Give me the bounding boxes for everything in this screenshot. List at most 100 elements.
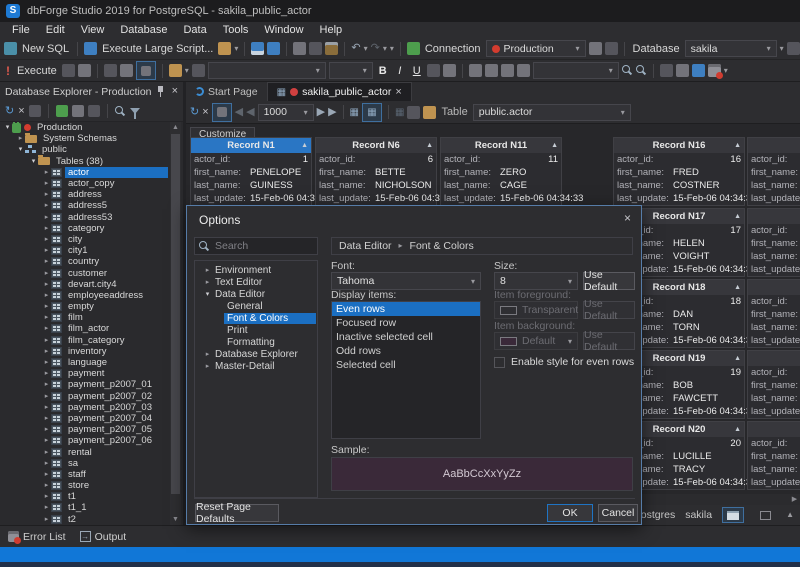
tree-expander-icon[interactable]: ▸ bbox=[42, 223, 51, 234]
toggle-results-pane-button[interactable] bbox=[136, 61, 156, 80]
explorer-tree-item[interactable]: ▸ payment_p2007_05 bbox=[0, 424, 170, 435]
record-card-header[interactable]: Record N11 ▲ bbox=[441, 138, 561, 153]
undo-dropdown-icon[interactable]: ▾ bbox=[364, 44, 368, 54]
chevron-down-icon[interactable]: ▾ bbox=[568, 277, 572, 286]
explorer-tree-item[interactable]: ▸ payment_p2007_06 bbox=[0, 435, 170, 446]
record-field-row[interactable]: last_name:COSTNER bbox=[614, 179, 744, 192]
field-value[interactable]: 15-Feb-06 04:34:33 bbox=[673, 476, 756, 489]
record-field-row[interactable]: last_update: bbox=[748, 405, 800, 418]
record-field-row[interactable]: last_name: bbox=[748, 392, 800, 405]
record-card[interactable]: Record N1 ▲ actor_id:1first_name:PENELOP… bbox=[190, 137, 312, 206]
record-field-row[interactable]: actor_id: bbox=[748, 224, 800, 237]
record-field-row[interactable]: actor_id:16 bbox=[614, 153, 744, 166]
field-value[interactable]: 19 bbox=[673, 366, 741, 379]
tree-expander-icon[interactable]: ▸ bbox=[42, 189, 51, 200]
page-size-combo[interactable]: 1000 ▾ bbox=[258, 104, 314, 121]
record-card[interactable]: actor_id:first_name:last_name:last_updat… bbox=[747, 350, 800, 419]
tree-expander-icon[interactable]: ▸ bbox=[42, 435, 51, 446]
explorer-tree-item[interactable]: ▸ address bbox=[0, 189, 170, 200]
new-connection-icon[interactable] bbox=[407, 42, 420, 55]
save-all-icon[interactable] bbox=[267, 42, 280, 55]
explorer-tree-item[interactable]: ▸ t2 bbox=[0, 514, 170, 525]
explorer-tree-item[interactable]: ▸ inventory bbox=[0, 346, 170, 357]
key-columns-icon[interactable] bbox=[407, 106, 420, 119]
display-item[interactable]: Inactive selected cell bbox=[332, 330, 480, 344]
menu-file[interactable]: File bbox=[4, 24, 38, 36]
record-field-row[interactable]: first_name: bbox=[748, 450, 800, 463]
tab-sakila-public-actor[interactable]: ▦ sakila_public_actor × bbox=[267, 82, 412, 101]
chevron-down-icon[interactable]: ▾ bbox=[609, 66, 613, 75]
tree-expander-icon[interactable]: ▾ bbox=[203, 290, 212, 298]
tree-expander-icon[interactable]: ▸ bbox=[42, 290, 51, 301]
tree-expander-icon[interactable]: ▸ bbox=[42, 379, 51, 390]
explorer-tree-item[interactable]: ▸ address53 bbox=[0, 212, 170, 223]
chevron-down-icon[interactable]: ▾ bbox=[576, 44, 580, 53]
tab-start-page[interactable]: Start Page bbox=[186, 82, 267, 101]
collapse-card-icon[interactable]: ▲ bbox=[426, 138, 433, 153]
explorer-tree-item[interactable]: ▾ public bbox=[0, 144, 170, 155]
tree-expander-icon[interactable]: ▸ bbox=[42, 312, 51, 323]
toolbar-overflow-icon[interactable]: ▾ bbox=[724, 66, 728, 76]
redo-dropdown-icon[interactable]: ▾ bbox=[383, 44, 387, 54]
field-value[interactable]: NICHOLSON bbox=[375, 179, 433, 192]
tree-expander-icon[interactable]: ▸ bbox=[42, 458, 51, 469]
first-page-icon[interactable]: ◀ bbox=[235, 106, 243, 119]
copy-icon[interactable] bbox=[309, 42, 322, 55]
menu-data[interactable]: Data bbox=[175, 24, 214, 36]
execute-large-script-icon[interactable] bbox=[84, 42, 97, 55]
close-tab-icon[interactable]: × bbox=[395, 87, 401, 98]
field-value[interactable]: FRED bbox=[673, 166, 741, 179]
record-field-row[interactable]: last_update: bbox=[748, 476, 800, 489]
display-item[interactable]: Odd rows bbox=[332, 344, 480, 358]
explorer-scrollbar[interactable]: ▲ ▼ bbox=[170, 122, 181, 525]
record-field-row[interactable]: actor_id: bbox=[748, 437, 800, 450]
tree-expander-icon[interactable]: ▸ bbox=[42, 469, 51, 480]
record-field-row[interactable]: last_name: bbox=[748, 463, 800, 476]
record-field-row[interactable]: last_update:15-Feb-06 04:34:33 bbox=[614, 192, 744, 205]
record-field-row[interactable]: last_name:GUINESS bbox=[191, 179, 311, 192]
pin-icon[interactable] bbox=[157, 86, 164, 97]
tree-expander-icon[interactable]: ▸ bbox=[42, 447, 51, 458]
tree-expander-icon[interactable]: ▸ bbox=[42, 491, 51, 502]
options-tree-item[interactable]: ▸ Environment bbox=[195, 264, 317, 276]
scrollbar-thumb[interactable] bbox=[171, 134, 180, 494]
open-file-dropdown-icon[interactable]: ▾ bbox=[234, 44, 238, 54]
collapse-card-icon[interactable]: ▲ bbox=[734, 422, 741, 437]
display-item[interactable]: Even rows bbox=[332, 302, 480, 316]
field-value[interactable]: 15-Feb-06 04:34:33 bbox=[673, 192, 756, 205]
field-value[interactable]: HELEN bbox=[673, 237, 741, 250]
field-value[interactable]: 15-Feb-06 04:34:33 bbox=[673, 334, 756, 347]
record-field-row[interactable]: actor_id:6 bbox=[316, 153, 436, 166]
grid-view-toggle[interactable] bbox=[754, 507, 776, 523]
tree-expander-icon[interactable]: ▸ bbox=[42, 268, 51, 279]
disconnect-icon[interactable] bbox=[88, 105, 100, 117]
tree-expander-icon[interactable]: ▾ bbox=[3, 122, 12, 133]
edit-snippet-icon[interactable] bbox=[169, 64, 182, 77]
options-tree-item[interactable]: ▸ Database Explorer bbox=[195, 348, 317, 360]
chevron-down-icon[interactable]: ▾ bbox=[304, 108, 308, 117]
field-value[interactable]: CAGE bbox=[500, 179, 558, 192]
connect-icon[interactable] bbox=[72, 105, 84, 117]
chevron-down-icon[interactable]: ▾ bbox=[316, 66, 320, 75]
explorer-tree-item[interactable]: ▸ payment_p2007_03 bbox=[0, 402, 170, 413]
explorer-tree-item[interactable]: ▸ payment_p2007_01 bbox=[0, 379, 170, 390]
new-sql-button[interactable]: New SQL bbox=[20, 43, 71, 55]
zoom-combo[interactable]: ▾ bbox=[533, 62, 619, 79]
explorer-tree-item[interactable]: ▾ Production bbox=[0, 122, 170, 133]
toolbar-overflow-icon[interactable]: ▾ bbox=[390, 44, 394, 54]
tree-expander-icon[interactable]: ▸ bbox=[42, 480, 51, 491]
record-field-row[interactable]: first_name:ZERO bbox=[441, 166, 561, 179]
paste-icon[interactable] bbox=[325, 42, 338, 55]
options-search-input[interactable]: Search bbox=[194, 237, 318, 255]
collapse-card-icon[interactable]: ▲ bbox=[734, 280, 741, 295]
refresh-icon[interactable]: ↻ bbox=[5, 105, 14, 118]
cancel-button[interactable]: Cancel bbox=[598, 504, 638, 522]
dialog-close-icon[interactable]: × bbox=[624, 211, 631, 225]
refresh-icon[interactable]: ↻ bbox=[190, 106, 199, 119]
tree-expander-icon[interactable]: ▸ bbox=[42, 413, 51, 424]
tree-expander-icon[interactable]: ▸ bbox=[42, 200, 51, 211]
decrease-indent-icon[interactable] bbox=[427, 64, 440, 77]
tree-expander-icon[interactable]: ▸ bbox=[16, 133, 25, 144]
field-value[interactable]: BOB bbox=[673, 379, 741, 392]
chevron-down-icon[interactable]: ▾ bbox=[621, 108, 625, 117]
